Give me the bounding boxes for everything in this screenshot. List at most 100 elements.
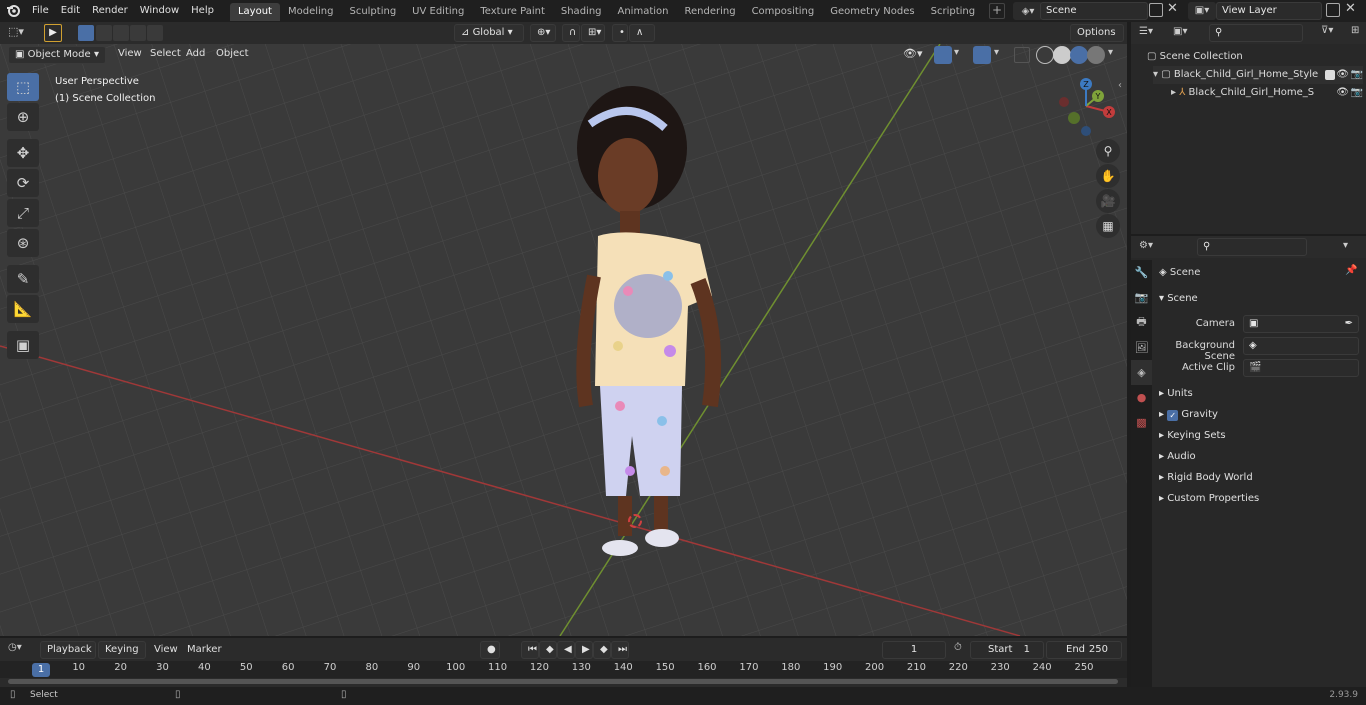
- tab-rendering[interactable]: Rendering: [676, 3, 743, 21]
- sidebar-toggle-icon[interactable]: ‹: [1118, 80, 1122, 91]
- custom-properties-panel[interactable]: ▸ Custom Properties: [1159, 489, 1359, 509]
- outliner-item-row[interactable]: ▾ ▢ Black_Child_Girl_Home_Style 👁 📷: [1153, 66, 1363, 84]
- options-dropdown[interactable]: Options ▾: [1070, 24, 1124, 54]
- add-cube-tool[interactable]: ▣: [7, 331, 39, 359]
- audio-panel[interactable]: ▸ Audio: [1159, 447, 1359, 467]
- menu-help[interactable]: Help: [185, 0, 220, 22]
- shading-dropdown-icon[interactable]: ▾: [1108, 47, 1113, 58]
- tab-texture-paint[interactable]: Texture Paint: [472, 3, 553, 21]
- tool-tab-icon[interactable]: 🔧: [1131, 260, 1152, 285]
- xray-toggle-icon[interactable]: [1014, 47, 1030, 63]
- camera-icon[interactable]: 📷: [1351, 84, 1363, 102]
- snap-toggle[interactable]: ∩: [562, 24, 580, 42]
- playhead-marker[interactable]: 1: [32, 663, 50, 677]
- tab-animation[interactable]: Animation: [610, 3, 677, 21]
- world-tab-icon[interactable]: ●: [1131, 385, 1152, 410]
- cursor-tool[interactable]: ⊕: [7, 103, 39, 131]
- properties-options-icon[interactable]: ▾: [1343, 240, 1348, 251]
- next-keyframe-button[interactable]: ◆: [593, 641, 611, 659]
- move-tool[interactable]: ✥: [7, 139, 39, 167]
- display-mode-icon[interactable]: ▣▾: [1173, 26, 1187, 37]
- play-button[interactable]: ▶: [575, 641, 593, 659]
- properties-search-input[interactable]: ⚲: [1197, 238, 1307, 256]
- tab-scripting[interactable]: Scripting: [923, 3, 983, 21]
- current-frame-field[interactable]: 1: [882, 641, 946, 659]
- expand-arrow-icon[interactable]: ▸: [1171, 87, 1179, 98]
- select-box-tool[interactable]: ⬚: [7, 73, 39, 101]
- playback-dropdown[interactable]: Playback ▾: [40, 641, 96, 671]
- viewport-menu-add[interactable]: Add: [180, 44, 211, 64]
- keying-sets-panel[interactable]: ▸ Keying Sets: [1159, 426, 1359, 446]
- units-panel[interactable]: ▸ Units: [1159, 384, 1359, 404]
- rendered-shading-icon[interactable]: [1087, 46, 1105, 64]
- 3d-cursor[interactable]: [628, 514, 642, 528]
- gravity-checkbox[interactable]: ✓: [1167, 410, 1179, 421]
- visibility-dropdown[interactable]: 👁▾: [903, 47, 923, 60]
- measure-tool[interactable]: 📐: [7, 295, 39, 323]
- active-clip-field[interactable]: 🎬: [1243, 359, 1359, 377]
- zoom-icon[interactable]: ⚲: [1096, 139, 1120, 163]
- camera-icon[interactable]: 📷: [1351, 66, 1363, 84]
- scale-tool[interactable]: ⤢: [7, 199, 39, 227]
- menu-file[interactable]: File: [26, 0, 55, 22]
- new-collection-icon[interactable]: ⊞: [1351, 25, 1359, 36]
- gravity-panel[interactable]: ▸ ✓ Gravity: [1159, 405, 1359, 425]
- camera-field[interactable]: ▣ ✒: [1243, 315, 1359, 333]
- timeline-scrollbar[interactable]: [8, 679, 1118, 684]
- pan-hand-icon[interactable]: ✋: [1096, 164, 1120, 188]
- menu-edit[interactable]: Edit: [55, 0, 86, 22]
- menu-render[interactable]: Render: [86, 0, 134, 22]
- keying-dropdown[interactable]: Keying ▾: [98, 641, 146, 671]
- proportional-edit-toggle[interactable]: •: [612, 24, 628, 42]
- ortho-toggle-icon[interactable]: ▦: [1096, 214, 1120, 238]
- outliner-search-input[interactable]: ⚲: [1209, 24, 1303, 42]
- tab-sculpting[interactable]: Sculpting: [341, 3, 404, 21]
- new-view-layer-icon[interactable]: [1326, 3, 1340, 17]
- transform-orientation-dropdown[interactable]: ⊿ Global ▾: [454, 24, 524, 42]
- scene-panel-header[interactable]: ▾ Scene: [1159, 289, 1359, 309]
- overlays-dropdown-icon[interactable]: ▾: [994, 47, 999, 58]
- play-reverse-button[interactable]: ◀: [557, 641, 575, 659]
- object-mode-dropdown[interactable]: ▣ Object Mode ▾: [8, 46, 106, 64]
- character-model[interactable]: [570, 76, 730, 556]
- expand-arrow-icon[interactable]: ▾: [1153, 69, 1161, 80]
- tab-uv-editing[interactable]: UV Editing: [404, 3, 472, 21]
- jump-end-button[interactable]: ⏭: [611, 641, 629, 659]
- timeline-editor-type-icon[interactable]: ◷▾: [8, 642, 22, 653]
- render-tab-icon[interactable]: 📷: [1131, 285, 1152, 310]
- outliner-editor-type-icon[interactable]: ☰▾: [1139, 26, 1153, 37]
- navigation-gizmo[interactable]: X Y Z: [1054, 76, 1124, 146]
- outliner-item-row[interactable]: ▸ ⅄ Black_Child_Girl_Home_S 👁 📷: [1171, 84, 1363, 102]
- menu-window[interactable]: Window: [134, 0, 185, 22]
- viewport-menu-view[interactable]: View: [112, 44, 148, 64]
- pivot-point-dropdown[interactable]: ⊕▾: [530, 24, 556, 42]
- gizmo-toggle-icon[interactable]: [934, 46, 952, 64]
- background-scene-field[interactable]: ◈: [1243, 337, 1359, 355]
- delete-view-layer-icon[interactable]: ✕: [1345, 1, 1356, 16]
- properties-editor-type-icon[interactable]: ⚙▾: [1139, 240, 1153, 251]
- new-scene-icon[interactable]: [1149, 3, 1163, 17]
- output-tab-icon[interactable]: 🖶: [1131, 310, 1152, 335]
- prev-keyframe-button[interactable]: ◆: [539, 641, 557, 659]
- select-mode-new-icon[interactable]: [78, 25, 94, 41]
- checkbox-icon[interactable]: [1325, 70, 1335, 80]
- delete-scene-icon[interactable]: ✕: [1167, 1, 1178, 16]
- camera-view-icon[interactable]: 🎥: [1096, 189, 1120, 213]
- outliner-root-row[interactable]: ▢ Scene Collection: [1147, 48, 1362, 66]
- rigid-body-world-panel[interactable]: ▸ Rigid Body World: [1159, 468, 1359, 488]
- filter-icon[interactable]: ⊽▾: [1321, 25, 1333, 36]
- tab-layout[interactable]: Layout: [229, 3, 280, 21]
- gizmo-dropdown-icon[interactable]: ▾: [954, 47, 959, 58]
- editor-type-icon[interactable]: ⬚▾: [8, 25, 24, 38]
- auto-keying-toggle[interactable]: ●: [480, 641, 500, 659]
- proportional-falloff-dropdown[interactable]: ∧: [629, 24, 655, 42]
- select-mode-intersect-icon[interactable]: [147, 25, 163, 41]
- scene-tab-icon[interactable]: ◈: [1131, 360, 1152, 385]
- eye-icon[interactable]: 👁: [1336, 66, 1349, 84]
- jump-start-button[interactable]: ⏮: [521, 641, 539, 659]
- transform-tool[interactable]: ⊛: [7, 229, 39, 257]
- select-mode-extend-icon[interactable]: [96, 25, 112, 41]
- start-frame-field[interactable]: Start 1: [970, 641, 1044, 659]
- view-layer-selector[interactable]: ▣▾: [1188, 2, 1216, 20]
- annotate-tool[interactable]: ✎: [7, 265, 39, 293]
